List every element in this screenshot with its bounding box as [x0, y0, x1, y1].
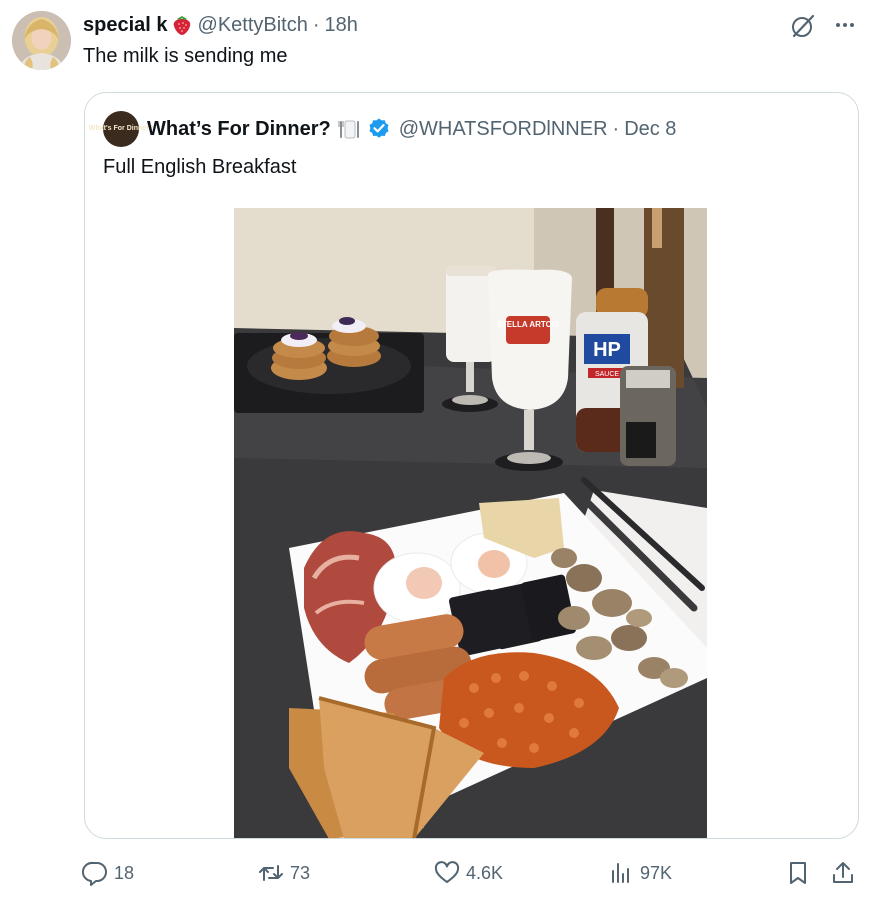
grok-icon[interactable]	[790, 13, 816, 39]
quote-text: Full English Breakfast	[103, 156, 297, 178]
quote-display-name[interactable]: What’s For Dinner?	[147, 118, 331, 141]
quote-date[interactable]: Dec 8	[624, 118, 676, 141]
bookmark-icon	[790, 862, 806, 884]
action-bar: 18 73 4.6K 97K	[0, 855, 880, 891]
strawberry-icon	[172, 14, 192, 36]
quoted-tweet[interactable]: What's For Dinner? What’s For Dinner? @W…	[84, 92, 859, 839]
quote-handle[interactable]: @WHATSFORDlNNER	[399, 118, 608, 141]
bottle-label: HP	[593, 339, 621, 361]
heart-icon	[434, 861, 460, 883]
avatar[interactable]	[12, 11, 71, 70]
glass-label: STELLA ARTOIS	[497, 320, 560, 329]
verified-badge-icon	[369, 118, 389, 138]
tweet-text: The milk is sending me	[83, 45, 288, 67]
share-icon	[833, 862, 853, 883]
repost-count: 73	[290, 862, 311, 883]
like-count: 4.6K	[466, 862, 504, 883]
more-options-icon[interactable]	[830, 12, 860, 38]
breakfast-photo[interactable]: STELLA ARTOIS HP SAUCE	[234, 208, 707, 838]
view-count: 97K	[640, 862, 673, 883]
tweet-header: special k @KettyBitch · 18h	[83, 12, 358, 38]
separator-dot: ·	[612, 117, 620, 140]
share-button[interactable]	[830, 855, 856, 891]
reply-count: 18	[114, 862, 135, 883]
quote-header: What's For Dinner? What’s For Dinner? @W…	[89, 111, 676, 147]
bottle-sublabel: SAUCE	[595, 371, 619, 378]
separator-dot: ·	[312, 13, 320, 36]
author-display-name[interactable]: special k	[83, 14, 168, 37]
tweet[interactable]: special k @KettyBitch · 18h The milk is …	[0, 0, 880, 904]
like-button[interactable]: 4.6K	[434, 855, 503, 891]
repost-button[interactable]: 73	[258, 855, 310, 891]
analytics-icon	[612, 863, 629, 883]
bookmark-button[interactable]	[785, 855, 811, 891]
quote-avatar[interactable]: What's For Dinner?	[89, 111, 153, 147]
views-button[interactable]: 97K	[608, 855, 672, 891]
fork-knife-plate-icon	[337, 117, 361, 141]
author-handle[interactable]: @KettyBitch	[198, 14, 308, 37]
tweet-time[interactable]: 18h	[325, 14, 358, 37]
reply-icon	[82, 861, 107, 886]
reply-button[interactable]: 18	[82, 855, 134, 891]
repost-icon	[259, 865, 283, 881]
